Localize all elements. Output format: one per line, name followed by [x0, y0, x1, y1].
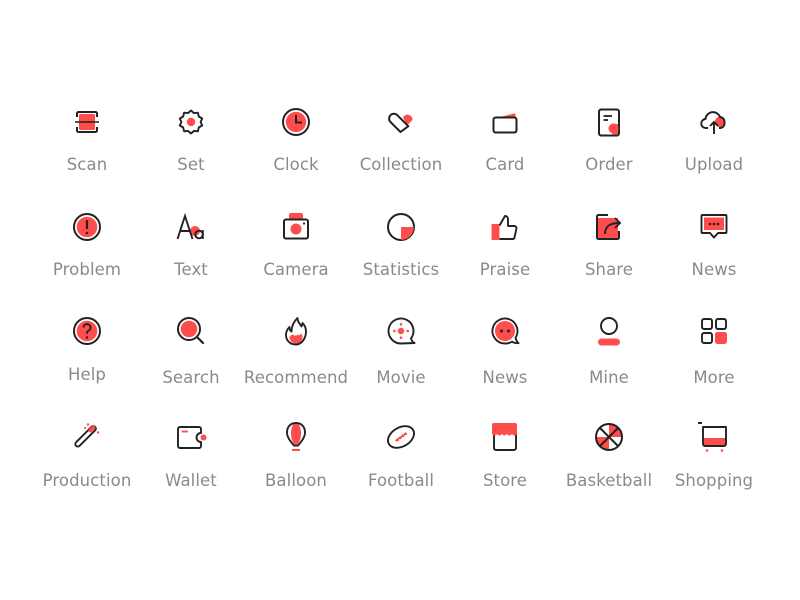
- clock-icon: [281, 107, 311, 137]
- icon-label: Recommend: [243, 368, 349, 387]
- icon-label: Collection: [359, 155, 443, 174]
- icon-label: Production: [42, 471, 132, 490]
- icon-label: Share: [584, 260, 634, 279]
- icon-label: Shopping: [674, 471, 754, 490]
- icon-label: Upload: [684, 155, 744, 174]
- film-reel-icon: [386, 316, 416, 346]
- search-icon: [176, 316, 206, 346]
- icon-label: More: [693, 368, 735, 387]
- icon-label: Movie: [376, 368, 426, 387]
- chat-bubble-icon: [490, 316, 520, 346]
- magic-wand-icon: [72, 422, 102, 452]
- icon-label: News: [482, 368, 528, 387]
- icon-label: Statistics: [362, 260, 440, 279]
- thumbs-up-icon: [490, 212, 520, 242]
- icon-label: Balloon: [265, 471, 327, 490]
- icon-label: Basketball: [565, 471, 653, 490]
- icon-label: News: [691, 260, 737, 279]
- card-icon: [490, 107, 520, 137]
- order-icon: [594, 107, 624, 137]
- icon-label: Store: [482, 471, 528, 490]
- text-icon: [176, 212, 206, 242]
- cloud-upload-icon: [699, 107, 729, 137]
- fire-icon: [281, 316, 311, 346]
- question-icon: [72, 316, 102, 346]
- icon-label: Set: [177, 155, 205, 174]
- share-icon: [594, 212, 624, 242]
- basketball-icon: [594, 422, 624, 452]
- icon-label: Football: [367, 471, 435, 490]
- icon-label: Mine: [589, 368, 629, 387]
- user-icon: [594, 316, 624, 346]
- shopping-cart-icon: [698, 422, 729, 452]
- icon-label: Order: [585, 155, 633, 174]
- heart-icon: [386, 107, 416, 137]
- scan-icon: [72, 107, 102, 137]
- icon-label: Problem: [52, 260, 122, 279]
- icon-label: Clock: [273, 155, 319, 174]
- football-icon: [386, 422, 416, 452]
- icon-label: Wallet: [165, 471, 217, 490]
- icon-label: Search: [162, 368, 220, 387]
- wallet-icon: [176, 422, 207, 452]
- icon-label: Scan: [66, 155, 108, 174]
- message-icon: [699, 212, 729, 242]
- grid-icon: [699, 316, 729, 346]
- icon-label: Praise: [479, 260, 531, 279]
- camera-icon: [281, 212, 311, 242]
- balloon-icon: [281, 422, 311, 452]
- settings-icon: [176, 107, 206, 137]
- exclamation-icon: [72, 212, 102, 242]
- icon-label: Card: [485, 155, 525, 174]
- icon-label: Help: [67, 365, 107, 384]
- icon-label: Text: [174, 260, 208, 279]
- icon-label: Camera: [263, 260, 329, 279]
- statistics-icon: [386, 212, 416, 242]
- store-icon: [490, 422, 520, 452]
